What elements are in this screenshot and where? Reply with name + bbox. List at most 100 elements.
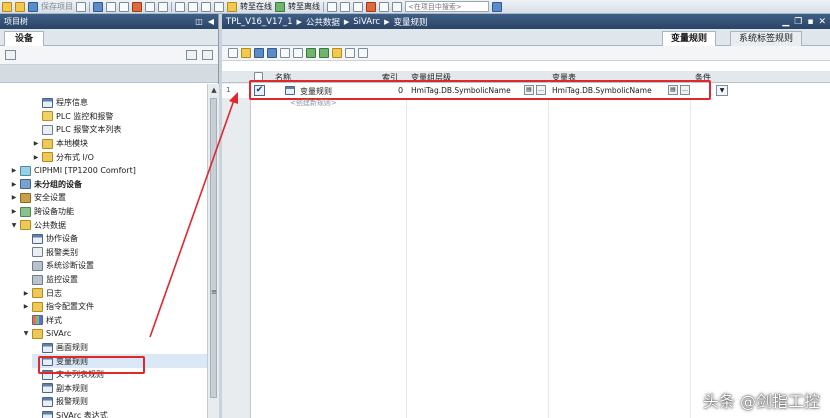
tree-item[interactable]: 系统诊断设置 <box>22 259 207 273</box>
tree-item[interactable]: 监控设置 <box>22 273 207 287</box>
chevron-right-icon[interactable]: ▶ <box>10 181 18 188</box>
chevron-down-icon[interactable]: ▼ <box>22 330 30 337</box>
tree-view-icon[interactable] <box>228 48 238 58</box>
close-icon[interactable]: ✕ <box>818 17 826 27</box>
chevron-right-icon[interactable]: ▶ <box>32 154 40 161</box>
download-icon[interactable] <box>188 1 198 12</box>
paste-rule-icon[interactable] <box>358 48 368 58</box>
row-gutter <box>222 83 251 418</box>
simulation-icon[interactable] <box>214 1 224 12</box>
cross-reference-icon[interactable] <box>340 1 350 12</box>
maximize-icon[interactable]: ▪ <box>807 17 813 27</box>
save-project-icon[interactable] <box>28 1 38 12</box>
tree-item[interactable]: 画面规则 <box>32 341 207 355</box>
show-overview-icon[interactable] <box>186 50 197 60</box>
condition-dropdown-icon[interactable]: ▼ <box>716 85 728 96</box>
expand-all-icon[interactable] <box>254 48 264 58</box>
redo-icon[interactable] <box>158 1 168 12</box>
go-offline-button[interactable]: 转至离线 <box>288 1 320 12</box>
overview-icon[interactable] <box>5 50 16 60</box>
text-list-icon <box>42 124 53 135</box>
undo-icon[interactable] <box>145 1 155 12</box>
new-project-icon[interactable] <box>2 1 12 12</box>
tree-item-label: 安全设置 <box>34 193 66 203</box>
cut-icon[interactable] <box>93 1 103 12</box>
copy-icon[interactable] <box>106 1 116 12</box>
minimize-icon[interactable]: ▁ <box>782 17 789 27</box>
layout-vertical-icon[interactable] <box>392 1 402 12</box>
chevron-right-icon[interactable]: ▶ <box>10 208 18 215</box>
save-project-button[interactable]: 保存项目 <box>41 1 73 12</box>
go-offline-icon[interactable] <box>275 1 285 12</box>
tree-item[interactable]: 样式 <box>22 314 207 328</box>
sync-icon[interactable] <box>202 50 213 60</box>
tree-item[interactable]: 程序信息 <box>32 96 207 110</box>
tree-item[interactable]: ▼ SiVArc <box>22 327 207 341</box>
chevron-right-icon[interactable]: ▶ <box>10 167 18 174</box>
insert-row-icon[interactable] <box>280 48 290 58</box>
restore-icon[interactable]: ❐ <box>794 17 802 27</box>
open-project-icon[interactable] <box>15 1 25 12</box>
add-new-rule[interactable]: <创建新规则> <box>290 98 337 108</box>
paste-icon[interactable] <box>119 1 129 12</box>
tree-item[interactable]: ▶ 分布式 I/O <box>32 150 207 164</box>
column-divider <box>690 71 691 418</box>
project-search-input[interactable] <box>405 1 489 12</box>
export-icon[interactable] <box>319 48 329 58</box>
tree-item[interactable]: ▶ 安全设置 <box>10 191 207 205</box>
breadcrumb-common-data[interactable]: 公共数据 <box>306 16 340 28</box>
pin-icon[interactable]: ◫ <box>195 17 203 26</box>
tree-item[interactable]: PLC 报警文本列表 <box>32 123 207 137</box>
breadcrumb-sivarc[interactable]: SiVArc <box>353 17 380 27</box>
split-view-icon[interactable] <box>353 1 363 12</box>
tree-item[interactable]: ▶ 本地模块 <box>32 137 207 151</box>
tree-item[interactable]: 协作设备 <box>22 232 207 246</box>
tree-item[interactable]: 报警类别 <box>22 246 207 260</box>
chevron-right-icon[interactable]: ▶ <box>32 140 40 147</box>
scroll-up-icon[interactable]: ▲ <box>210 86 218 95</box>
generate-icon[interactable] <box>306 48 316 58</box>
tree-item[interactable]: ▶ 跨设备功能 <box>10 205 207 219</box>
compile-icon[interactable] <box>175 1 185 12</box>
tree-scrollbar-thumb[interactable] <box>210 98 217 398</box>
import-icon[interactable] <box>332 48 342 58</box>
chevron-right-icon[interactable]: ▶ <box>22 290 30 297</box>
chevron-right-icon[interactable]: ▶ <box>22 303 30 310</box>
tree-item[interactable]: ▶ 日志 <box>22 286 207 300</box>
tree-item[interactable]: ▶ 指令配置文件 <box>22 300 207 314</box>
close-icon[interactable] <box>366 1 376 12</box>
collapse-all-icon[interactable] <box>267 48 277 58</box>
chevron-down-icon[interactable]: ▼ <box>10 222 18 229</box>
table-row[interactable]: 1 ✔ 变量规则 0 HmiTag.DB.SymbolicName ▤ … Hm… <box>222 80 830 100</box>
tree-item[interactable]: 报警规则 <box>32 395 207 409</box>
tab-system-tag-rules[interactable]: 系统标签规则 <box>730 31 803 46</box>
print-icon[interactable] <box>76 1 86 12</box>
go-online-icon[interactable] <box>227 1 237 12</box>
tree-item[interactable]: ▶ 未分组的设备 <box>10 178 207 192</box>
scroll-splitter-icon[interactable]: ≡ <box>210 288 218 297</box>
tree-item[interactable]: ▼ 公共数据 <box>10 218 207 232</box>
project-tree-panel: 项目树 ◫ ◀ 设备 程序信息 PLC 监控和报警 PLC 报警文本列表 ▶ 本地模块 ▶… <box>0 14 219 418</box>
tree-scrollbar[interactable]: ▲ ≡ <box>207 84 219 418</box>
collapse-panel-icon[interactable]: ◀ <box>208 17 214 26</box>
tree-item[interactable]: 副本规则 <box>32 382 207 396</box>
copy-rule-icon[interactable] <box>345 48 355 58</box>
breadcrumb-project[interactable]: TPL_V16_V17_1 <box>226 17 292 27</box>
folder-icon <box>32 328 43 339</box>
editor-tab-strip: 变量规则 系统标签规则 <box>222 29 830 46</box>
filter-icon[interactable] <box>241 48 251 58</box>
chevron-right-icon[interactable]: ▶ <box>10 194 18 201</box>
go-online-button[interactable]: 转至在线 <box>240 1 272 12</box>
tree-item[interactable]: ▶ CIPHMI [TP1200 Comfort] <box>10 164 207 178</box>
upload-icon[interactable] <box>201 1 211 12</box>
tab-tag-rules[interactable]: 变量规则 <box>662 31 717 46</box>
delete-icon[interactable] <box>132 1 142 12</box>
add-row-icon[interactable] <box>293 48 303 58</box>
search-icon[interactable] <box>492 1 502 12</box>
tab-devices[interactable]: 设备 <box>4 31 45 46</box>
tree-item[interactable]: SiVArc 表达式 <box>32 409 207 418</box>
accessible-devices-icon[interactable] <box>327 1 337 12</box>
editor-panel: TPL_V16_V17_1 ▶ 公共数据 ▶ SiVArc ▶ 变量规则 ▁ ❐… <box>222 14 830 418</box>
layout-horizontal-icon[interactable] <box>379 1 389 12</box>
tree-item[interactable]: PLC 监控和报警 <box>32 110 207 124</box>
